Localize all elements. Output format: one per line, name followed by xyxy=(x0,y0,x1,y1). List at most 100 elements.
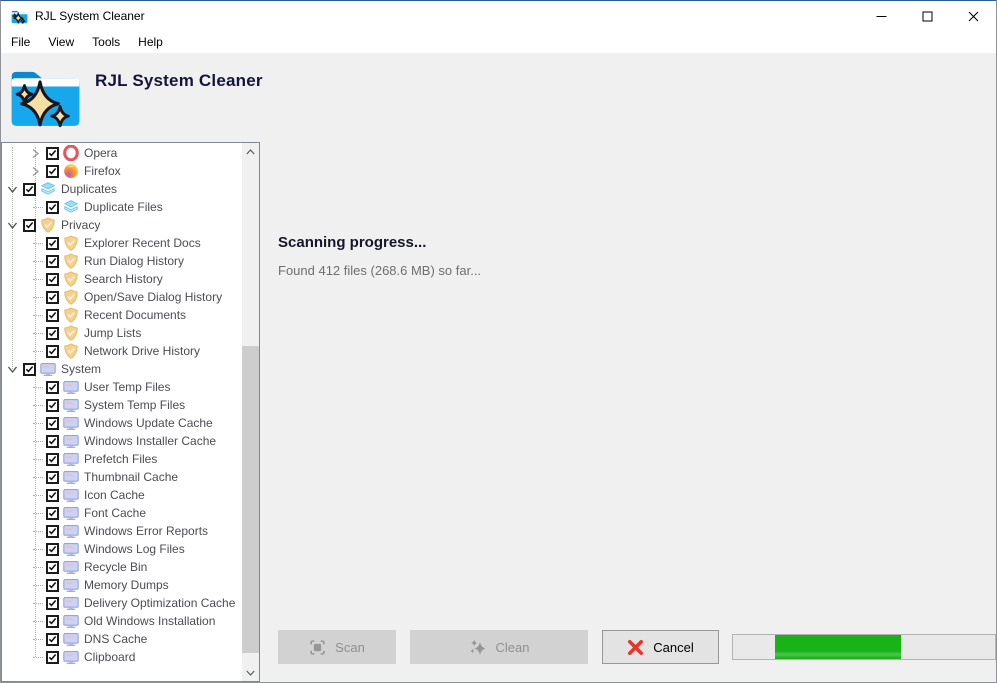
checkbox[interactable] xyxy=(46,417,59,430)
tree-item[interactable]: Run Dialog History xyxy=(2,252,242,270)
monitor-icon xyxy=(63,541,79,557)
tree-item[interactable]: Memory Dumps xyxy=(2,576,242,594)
tree-item[interactable]: Recycle Bin xyxy=(2,558,242,576)
tree-item[interactable]: Duplicates xyxy=(2,180,242,198)
tree-item[interactable]: System Temp Files xyxy=(2,396,242,414)
menu-item-help[interactable]: Help xyxy=(129,32,172,52)
checkbox[interactable] xyxy=(23,183,36,196)
checkbox[interactable] xyxy=(46,165,59,178)
checkbox[interactable] xyxy=(46,345,59,358)
chevron-down-icon[interactable] xyxy=(5,218,20,232)
tree-item[interactable]: Clipboard xyxy=(2,648,242,666)
checkbox[interactable] xyxy=(46,453,59,466)
tree-item[interactable]: Opera xyxy=(2,144,242,162)
checkbox[interactable] xyxy=(46,399,59,412)
checkbox[interactable] xyxy=(46,255,59,268)
tree-item-label: Windows Error Reports xyxy=(84,524,208,538)
tree-connector-line xyxy=(28,488,43,502)
checkbox[interactable] xyxy=(46,435,59,448)
tree-item-label: Icon Cache xyxy=(84,488,145,502)
checkbox[interactable] xyxy=(46,561,59,574)
tree-item[interactable]: Network Drive History xyxy=(2,342,242,360)
checkbox[interactable] xyxy=(46,291,59,304)
tree-scrollbar[interactable] xyxy=(242,143,259,681)
tree-item[interactable]: Delivery Optimization Cache xyxy=(2,594,242,612)
tree-item[interactable]: Duplicate Files xyxy=(2,198,242,216)
tree-item[interactable]: Open/Save Dialog History xyxy=(2,288,242,306)
scroll-down-icon[interactable] xyxy=(242,664,259,681)
tree-item[interactable]: Windows Error Reports xyxy=(2,522,242,540)
checkbox[interactable] xyxy=(46,543,59,556)
chevron-right-icon[interactable] xyxy=(28,146,43,160)
checkbox[interactable] xyxy=(46,633,59,646)
tree-connector-line xyxy=(28,308,43,322)
close-button[interactable] xyxy=(950,1,996,31)
shield-icon xyxy=(63,235,79,251)
tree-item[interactable]: Old Windows Installation xyxy=(2,612,242,630)
scroll-up-icon[interactable] xyxy=(242,143,259,160)
scrollbar-thumb[interactable] xyxy=(242,346,259,653)
tree-item[interactable]: System xyxy=(2,360,242,378)
checkbox[interactable] xyxy=(46,525,59,538)
checkbox[interactable] xyxy=(23,363,36,376)
checkbox[interactable] xyxy=(46,327,59,340)
chevron-down-icon[interactable] xyxy=(5,182,20,196)
chevron-right-icon[interactable] xyxy=(28,164,43,178)
monitor-icon xyxy=(63,559,79,575)
checkbox[interactable] xyxy=(46,309,59,322)
tree-item[interactable]: Search History xyxy=(2,270,242,288)
tree-item-label: User Temp Files xyxy=(84,380,170,394)
checkbox[interactable] xyxy=(46,381,59,394)
scan-frame-icon xyxy=(309,639,326,656)
monitor-icon xyxy=(63,595,79,611)
cancel-button[interactable]: Cancel xyxy=(602,630,719,664)
checkbox[interactable] xyxy=(46,489,59,502)
scan-button[interactable]: Scan xyxy=(278,630,396,664)
tree-item[interactable]: Prefetch Files xyxy=(2,450,242,468)
checkbox[interactable] xyxy=(46,471,59,484)
checkbox[interactable] xyxy=(46,579,59,592)
menu-item-view[interactable]: View xyxy=(39,32,83,52)
tree-connector-line xyxy=(28,542,43,556)
tree-item[interactable]: Recent Documents xyxy=(2,306,242,324)
window-controls xyxy=(858,1,996,31)
app-header: RJL System Cleaner xyxy=(1,53,996,142)
monitor-icon xyxy=(40,361,56,377)
checkbox[interactable] xyxy=(46,651,59,664)
tree-item[interactable]: DNS Cache xyxy=(2,630,242,648)
tree-connector-line xyxy=(28,596,43,610)
tree-item[interactable]: Explorer Recent Docs xyxy=(2,234,242,252)
checkbox[interactable] xyxy=(46,147,59,160)
tree-item[interactable]: User Temp Files xyxy=(2,378,242,396)
chevron-down-icon[interactable] xyxy=(5,362,20,376)
tree-item[interactable]: Icon Cache xyxy=(2,486,242,504)
app-logo-icon xyxy=(9,62,82,131)
tree-item-label: Duplicates xyxy=(61,182,117,196)
tree-item[interactable]: Windows Installer Cache xyxy=(2,432,242,450)
maximize-button[interactable] xyxy=(904,1,950,31)
content-area: OperaFirefox Duplicates Duplicate FilesPri… xyxy=(1,142,996,682)
checkbox[interactable] xyxy=(46,273,59,286)
menu-item-file[interactable]: File xyxy=(2,32,39,52)
menu-item-tools[interactable]: Tools xyxy=(83,32,129,52)
checkbox[interactable] xyxy=(46,597,59,610)
tree-item[interactable]: Font Cache xyxy=(2,504,242,522)
tree-item[interactable]: Thumbnail Cache xyxy=(2,468,242,486)
tree-item[interactable]: Jump Lists xyxy=(2,324,242,342)
tree-connector-line xyxy=(28,344,43,358)
checkbox[interactable] xyxy=(46,237,59,250)
tree-item-label: Recycle Bin xyxy=(84,560,147,574)
scan-progress-bar xyxy=(732,634,996,660)
checkbox[interactable] xyxy=(23,219,36,232)
tree-item[interactable]: Firefox xyxy=(2,162,242,180)
checkbox[interactable] xyxy=(46,201,59,214)
cancel-button-label: Cancel xyxy=(653,640,693,655)
checkbox[interactable] xyxy=(46,615,59,628)
tree-item[interactable]: Windows Log Files xyxy=(2,540,242,558)
tree-item[interactable]: Privacy xyxy=(2,216,242,234)
clean-button[interactable]: Clean xyxy=(410,630,588,664)
minimize-button[interactable] xyxy=(858,1,904,31)
tree-item[interactable]: Windows Update Cache xyxy=(2,414,242,432)
app-icon-small xyxy=(11,9,28,24)
checkbox[interactable] xyxy=(46,507,59,520)
